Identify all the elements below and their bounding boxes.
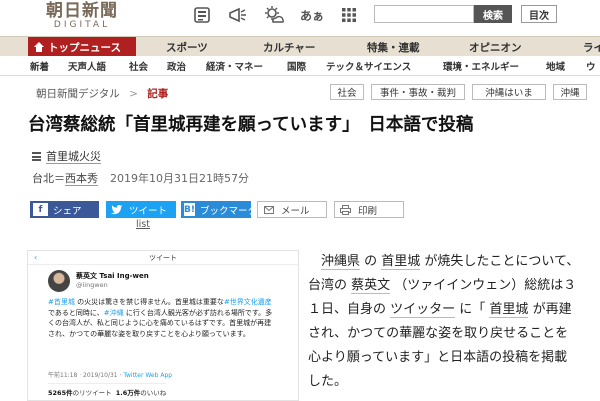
- nav-region[interactable]: 地域: [546, 56, 565, 76]
- article-headline: 台湾蔡総統「首里城再建を願っています」 日本語で投稿: [28, 115, 474, 135]
- article-date: 2019年10月31日21時57分: [110, 172, 249, 185]
- logo-main-text: 朝日新聞: [46, 1, 118, 21]
- tweet-text: #首里城 の火災は驚きを禁じ得ません。首里城は重要な#世界文化遺産 であると同時…: [48, 297, 278, 339]
- primary-nav: トップニュース スポーツ カルチャー 特集・連載 オピニオン ライ: [0, 36, 600, 57]
- like-count: 1.6万件: [115, 389, 141, 397]
- nav-tenseijingo[interactable]: 天声人語: [68, 56, 106, 76]
- facebook-share-label: シェア: [53, 205, 82, 217]
- link-twitter[interactable]: ツイッター: [390, 302, 456, 318]
- tweet-time: 午前11:18 · 2019/10/31 ·: [48, 372, 124, 379]
- body-text: に「: [455, 302, 490, 317]
- tweet-top-label: ツイート: [149, 254, 177, 262]
- tag-incidents[interactable]: 事件・事故・裁判: [371, 84, 465, 100]
- tag-society[interactable]: 社会: [330, 84, 364, 100]
- nav-culture[interactable]: カルチャー: [263, 37, 315, 57]
- back-arrow-icon: ‹: [34, 253, 38, 262]
- twitter-share-button[interactable]: ツイート: [106, 201, 176, 218]
- nav-latest[interactable]: 新着: [30, 56, 49, 76]
- breadcrumb-site[interactable]: 朝日新聞デジタル: [36, 88, 120, 100]
- tweet-stats: 5265件のリツイート 1.6万件のいいね: [48, 383, 167, 397]
- nav-top-news[interactable]: トップニュース: [28, 37, 136, 57]
- retweet-count: 5265件: [48, 389, 73, 397]
- byline-separator: ＝: [54, 172, 65, 185]
- tag-okinawa[interactable]: 沖縄: [553, 84, 587, 100]
- mail-icon: [261, 203, 276, 216]
- breadcrumb-current: 記事: [147, 88, 169, 100]
- twitter-bird-icon: [109, 203, 124, 216]
- nav-top-news-label: トップニュース: [48, 41, 121, 54]
- avatar: [48, 270, 70, 292]
- hatena-bookmark-label: ブックマーク: [199, 205, 257, 217]
- byline-author[interactable]: 西本秀: [65, 172, 98, 186]
- nav-more[interactable]: ウ: [586, 56, 596, 76]
- hatena-icon: B!: [184, 203, 195, 216]
- link-shurijo[interactable]: 首里城: [381, 254, 421, 270]
- facebook-icon: f: [33, 203, 48, 216]
- print-icon: [338, 203, 353, 216]
- facebook-share-button[interactable]: f シェア: [30, 201, 99, 218]
- nav-politics[interactable]: 政治: [167, 56, 186, 76]
- related-topic-label: 首里城火災: [46, 150, 101, 164]
- twitter-share-label: ツイート: [129, 205, 168, 217]
- nav-society[interactable]: 社会: [129, 56, 148, 76]
- article-body: 沖縄県 の 首里城 が焼失したことについて、台湾の 蔡英文 （ツァイインウェン）…: [308, 250, 580, 394]
- nav-tech-science[interactable]: テック＆サイエンス: [326, 56, 411, 76]
- tweet-hashtag: #世界文化遺産: [223, 298, 272, 306]
- megaphone-icon[interactable]: [226, 4, 250, 26]
- search-button[interactable]: 検索: [474, 5, 512, 23]
- tweet-app: Twitter Web App: [123, 372, 173, 379]
- secondary-nav: 新着 天声人語 社会 政治 経済・マネー 国際 テック＆サイエンス 環境・エネル…: [0, 56, 600, 76]
- nav-features[interactable]: 特集・連載: [367, 37, 420, 57]
- list-icon: [32, 152, 41, 161]
- link-shurijo[interactable]: 首里城: [489, 302, 529, 318]
- mail-share-label: メール: [281, 205, 310, 217]
- tweet-author-handle: @iingwen: [76, 281, 108, 289]
- body-text: の: [360, 254, 382, 269]
- font-size-icon[interactable]: あぁ: [300, 4, 324, 26]
- hatena-bookmark-button[interactable]: B! ブックマーク: [181, 201, 257, 218]
- byline-location: 台北: [32, 172, 54, 185]
- tweet-meta: 午前11:18 · 2019/10/31 · Twitter Web App: [48, 370, 172, 379]
- related-topic-link[interactable]: 首里城火災: [32, 148, 101, 164]
- print-button[interactable]: 印刷: [334, 201, 404, 218]
- site-logo[interactable]: 朝日新聞 DIGITAL: [36, 2, 128, 31]
- tweet-text-segment: の火災は驚きを禁じ得ません。首里城は重要な: [74, 298, 224, 306]
- link-okinawa[interactable]: 沖縄県: [321, 254, 361, 270]
- site-header: 朝日新聞 DIGITAL あぁ 検索 目次: [0, 0, 600, 36]
- photo-icon[interactable]: [190, 4, 214, 26]
- tweet-hashtag: #沖縄: [103, 308, 124, 317]
- print-label: 印刷: [358, 205, 378, 217]
- share-list-link[interactable]: list: [136, 219, 150, 230]
- toc-button[interactable]: 目次: [521, 5, 557, 23]
- mail-share-button[interactable]: メール: [257, 201, 327, 218]
- retweet-label: のリツイート: [72, 389, 112, 397]
- tweet-screenshot[interactable]: ‹ ツイート 蔡英文 Tsai Ing-wen @iingwen #首里城 の火…: [27, 250, 299, 401]
- grid-menu-icon[interactable]: [337, 4, 361, 26]
- link-tsai-ing-wen[interactable]: 蔡英文: [351, 278, 391, 294]
- like-label: のいいね: [140, 389, 167, 397]
- nav-opinion[interactable]: オピニオン: [469, 37, 522, 57]
- nav-environment[interactable]: 環境・エネルギー: [443, 56, 519, 76]
- search-input[interactable]: [374, 5, 474, 23]
- tweet-hashtag: #首里城: [48, 298, 75, 306]
- logo-sub-text: DIGITAL: [53, 20, 111, 30]
- byline: 台北＝西本秀 2019年10月31日21時57分: [32, 170, 249, 186]
- nav-life[interactable]: ライ: [583, 37, 600, 57]
- tweet-author-name: 蔡英文 Tsai Ing-wen: [76, 272, 149, 280]
- font-size-glyph: あぁ: [300, 8, 325, 23]
- home-icon: [34, 42, 44, 52]
- tag-okinawa-now[interactable]: 沖縄はいま: [472, 84, 546, 100]
- weather-icon[interactable]: [262, 4, 286, 26]
- breadcrumb-separator: >: [129, 88, 138, 100]
- nav-economy[interactable]: 経済・マネー: [206, 56, 263, 76]
- tweet-text-segment: であると同時に、: [48, 308, 104, 317]
- nav-international[interactable]: 国際: [287, 56, 306, 76]
- nav-sports[interactable]: スポーツ: [166, 37, 208, 57]
- breadcrumb: 朝日新聞デジタル > 記事: [36, 86, 168, 101]
- tweet-top-bar: ‹ ツイート: [28, 251, 298, 265]
